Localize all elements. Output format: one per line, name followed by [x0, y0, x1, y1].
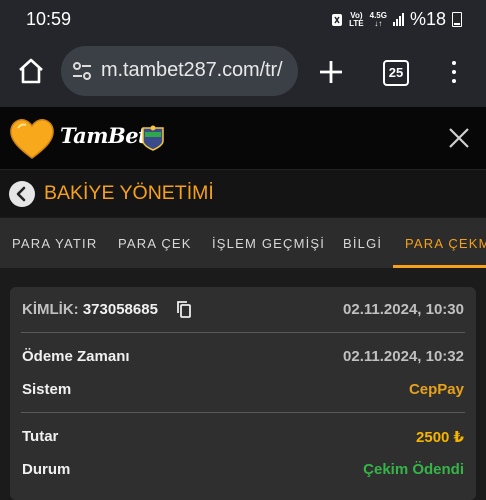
- back-button[interactable]: [9, 181, 35, 207]
- chevron-left-icon: [16, 186, 26, 202]
- balance-tabs: PARA YATIR PARA ÇEK İŞLEM GEÇMİŞİ BİLGİ …: [0, 218, 486, 268]
- created-date: 02.11.2024, 10:30: [343, 301, 464, 318]
- page-title-bar: BAKİYE YÖNETİMİ: [0, 170, 486, 217]
- status-time: 10:59: [26, 9, 72, 29]
- divider: [21, 412, 465, 413]
- tab-info[interactable]: BİLGİ: [343, 236, 382, 251]
- network-type-arrows: ↓↑: [374, 18, 383, 28]
- browser-toolbar: m.tambet287.com/tr/ 25: [0, 38, 486, 107]
- address-bar[interactable]: m.tambet287.com/tr/: [61, 46, 298, 96]
- id-value: 373058685: [82, 301, 158, 318]
- site-settings-icon[interactable]: [72, 62, 92, 80]
- new-tab-icon[interactable]: [318, 59, 344, 85]
- close-icon[interactable]: [447, 126, 471, 150]
- tab-switcher-button[interactable]: 25: [383, 60, 409, 86]
- tab-withdrawals[interactable]: PARA ÇEKM: [405, 236, 486, 251]
- overflow-menu-icon[interactable]: [450, 59, 458, 85]
- transaction-card: KİMLİK: 373058685 02.11.2024, 10:30 Ödem…: [10, 287, 476, 500]
- amount-value: 2500 ₺: [416, 429, 464, 446]
- url-text: m.tambet287.com/tr/: [101, 59, 283, 81]
- system-label: Sistem: [22, 381, 72, 398]
- divider: [21, 332, 465, 333]
- status-icons: Vo) LTE 4.5G ↓↑ %18: [331, 9, 462, 30]
- network-type-indicator: 4.5G ↓↑: [370, 11, 387, 28]
- payment-time-label: Ödeme Zamanı: [22, 348, 130, 365]
- page-title: BAKİYE YÖNETİMİ: [44, 182, 214, 204]
- amount-label: Tutar: [22, 428, 59, 445]
- battery-percent: %18: [409, 9, 446, 29]
- tab-transaction-history[interactable]: İŞLEM GEÇMİŞİ: [212, 236, 325, 251]
- status-label: Durum: [22, 461, 71, 478]
- signal-icon: [392, 13, 404, 26]
- heart-logo-icon[interactable]: [9, 118, 55, 160]
- system-value: CepPay: [408, 381, 464, 398]
- volte-indicator: Vo) LTE: [349, 11, 364, 28]
- status-value: Çekim Ödendi: [363, 461, 464, 478]
- volte-bottom: LTE: [349, 18, 364, 28]
- nfc-icon: [332, 13, 343, 26]
- site-logo-text[interactable]: TamBet: [60, 123, 148, 148]
- battery-icon: [452, 12, 462, 27]
- tab-deposit[interactable]: PARA YATIR: [12, 236, 97, 251]
- home-icon[interactable]: [16, 56, 46, 86]
- payment-time-value: 02.11.2024, 10:32: [343, 348, 464, 365]
- id-label: KİMLİK:: [22, 301, 79, 318]
- active-tab-indicator: [393, 265, 486, 268]
- copy-icon[interactable]: [177, 301, 191, 318]
- club-badge-icon: [142, 125, 164, 151]
- transaction-id: KİMLİK: 373058685: [22, 301, 158, 318]
- tab-withdraw[interactable]: PARA ÇEK: [118, 236, 192, 251]
- status-bar: 10:59 Vo) LTE 4.5G ↓↑ %18: [0, 0, 486, 38]
- site-header: TamBet: [0, 107, 486, 170]
